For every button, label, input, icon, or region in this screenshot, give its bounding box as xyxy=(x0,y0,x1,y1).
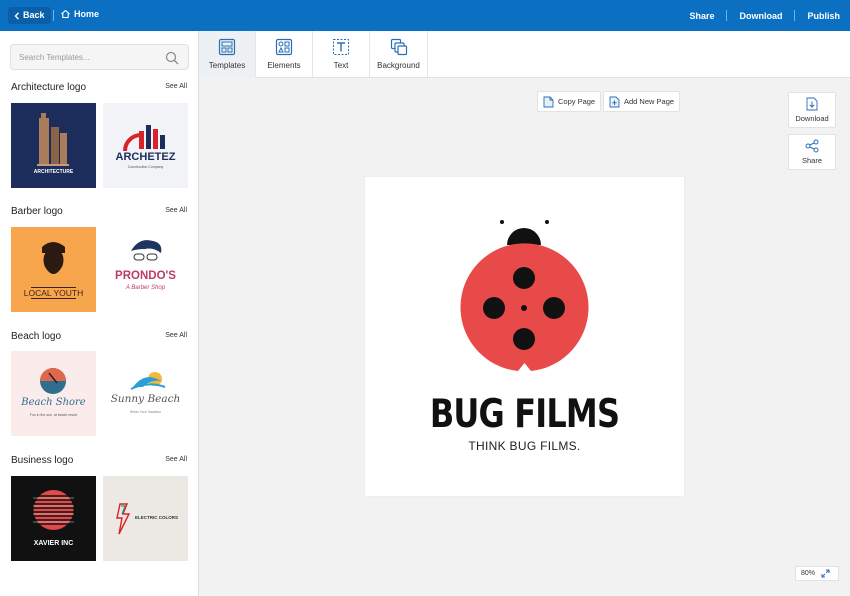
zoom-control[interactable]: 80% xyxy=(795,566,839,581)
see-all-beach-link[interactable]: See All xyxy=(165,332,187,339)
category-title-business: Business logo xyxy=(11,455,74,466)
canvas-share-label: Share xyxy=(801,156,822,165)
thumb-text: PRONDO'S xyxy=(115,270,176,282)
thumb-text: ELECTRIC COLORS xyxy=(135,515,179,520)
share-icon xyxy=(805,139,819,153)
search-icon[interactable] xyxy=(165,51,179,65)
canvas-download-button[interactable]: Download xyxy=(788,92,836,128)
thumb-text: Sunny Beach xyxy=(110,393,181,405)
logo-tagline-text[interactable]: THINK BUG FILMS. xyxy=(365,439,684,453)
beach-shore-logo-image xyxy=(11,351,96,436)
download-icon xyxy=(806,97,818,111)
see-all-barber-link[interactable]: See All xyxy=(165,207,187,214)
copy-page-icon xyxy=(543,96,554,107)
search-box[interactable] xyxy=(10,44,189,70)
archetez-logo-image xyxy=(103,103,188,188)
template-thumb-business-1[interactable]: XAVIER INC xyxy=(11,476,96,561)
see-all-architecture-link[interactable]: See All xyxy=(165,83,187,90)
architecture-logo-image xyxy=(11,103,96,188)
template-thumb-barber-1[interactable]: LOCAL YOUTH xyxy=(11,227,96,312)
barber-logo-image xyxy=(11,227,96,312)
elements-icon xyxy=(275,38,293,56)
thumb-text: XAVIER INC xyxy=(33,540,74,547)
divider xyxy=(726,10,728,21)
background-icon xyxy=(390,38,407,56)
see-all-business-link[interactable]: See All xyxy=(165,456,187,463)
copy-page-button[interactable]: Copy Page xyxy=(537,91,602,112)
category-title-architecture: Architecture logo xyxy=(11,82,87,93)
chevron-left-icon xyxy=(14,11,20,20)
tab-elements[interactable]: Elements xyxy=(256,31,313,78)
category-title-barber: Barber logo xyxy=(11,206,63,217)
category-title-beach: Beach logo xyxy=(11,331,62,342)
tab-templates-label: Templates xyxy=(208,61,246,70)
thumb-subtext: Relax Your Vacation xyxy=(129,410,162,414)
divider xyxy=(53,10,54,21)
add-page-label: Add New Page xyxy=(624,97,675,106)
home-icon xyxy=(61,10,70,18)
tab-background-label: Background xyxy=(377,61,420,70)
xavier-logo-image xyxy=(11,476,96,561)
thumb-subtext: Fun in the sun, at beach resort xyxy=(29,413,78,417)
canvas-share-button[interactable]: Share xyxy=(788,134,836,170)
divider xyxy=(794,10,796,21)
design-page[interactable]: BUG FILMS THINK BUG FILMS. xyxy=(365,177,684,496)
logo-name-text[interactable]: BUG FILMS xyxy=(394,392,656,437)
top-bar: Back Home Share Download Publish xyxy=(0,0,850,31)
copy-page-label: Copy Page xyxy=(558,97,596,106)
thumb-text: ARCHETEZ xyxy=(115,151,176,163)
tab-text-label: Text xyxy=(333,61,349,70)
back-button[interactable]: Back xyxy=(8,7,51,24)
home-label: Home xyxy=(74,9,100,19)
thumb-text: LOCAL YOUTH xyxy=(23,288,84,298)
thumb-text: ARCHITECTURE xyxy=(33,169,74,175)
template-thumb-beach-2[interactable]: Sunny Beach Relax Your Vacation xyxy=(103,351,188,436)
tab-background[interactable]: Background xyxy=(370,31,428,78)
add-page-button[interactable]: Add New Page xyxy=(603,91,681,112)
thumb-subtext: Construction Company xyxy=(127,165,164,169)
thumb-text: Beach Shore xyxy=(21,397,86,408)
template-thumb-barber-2[interactable]: PRONDO'S A Barber Shop xyxy=(103,227,188,312)
expand-icon[interactable] xyxy=(821,569,830,578)
download-link[interactable]: Download xyxy=(739,11,782,21)
template-thumb-architecture-1[interactable]: ARCHITECTURE xyxy=(11,103,96,188)
thumb-subtext: A Barber Shop xyxy=(125,285,166,291)
ladybug-icon[interactable] xyxy=(365,177,684,387)
add-page-icon xyxy=(609,96,620,107)
tab-templates[interactable]: Templates xyxy=(199,31,256,78)
editor-toolbar: Templates Elements Text Background xyxy=(199,31,850,78)
share-link[interactable]: Share xyxy=(689,11,714,21)
home-button[interactable]: Home xyxy=(61,9,99,19)
header-actions: Share Download Publish xyxy=(689,10,840,21)
template-sidebar: Architecture logo See All ARCHITECTURE A… xyxy=(0,31,199,596)
zoom-level: 80% xyxy=(801,570,816,577)
template-thumb-beach-1[interactable]: Beach Shore Fun in the sun, at beach res… xyxy=(11,351,96,436)
tab-text[interactable]: Text xyxy=(313,31,370,78)
text-icon xyxy=(333,39,349,55)
search-input[interactable] xyxy=(19,50,159,65)
templates-icon xyxy=(218,38,236,56)
template-thumb-business-2[interactable]: ELECTRIC COLORS xyxy=(103,476,188,561)
publish-link[interactable]: Publish xyxy=(807,11,840,21)
tab-elements-label: Elements xyxy=(267,61,301,70)
template-thumb-architecture-2[interactable]: ARCHETEZ Construction Company xyxy=(103,103,188,188)
canvas-download-label: Download xyxy=(795,114,829,123)
back-label: Back xyxy=(23,10,45,20)
